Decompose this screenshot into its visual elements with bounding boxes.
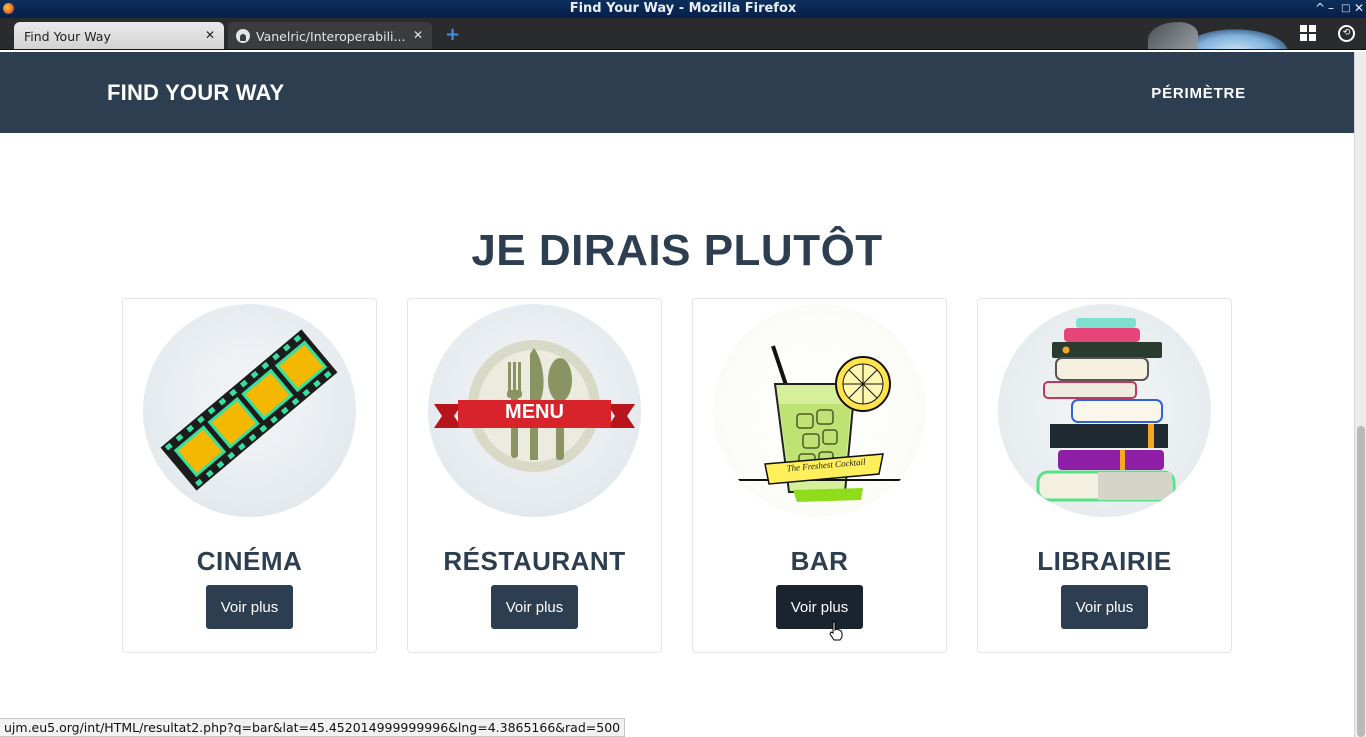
category-title-restaurant: RÉSTAURANT: [443, 546, 626, 576]
firefox-logo-icon: [1140, 18, 1300, 49]
tab-github-repo[interactable]: Vanelric/Interoperabili... ✕: [228, 22, 432, 49]
scrollbar-thumb[interactable]: [1357, 426, 1365, 737]
window-maximize-button[interactable]: □: [1341, 3, 1350, 14]
tab-label: Find Your Way: [24, 28, 111, 44]
history-icon[interactable]: ⟲: [1338, 25, 1355, 42]
category-title-librairie: LIBRAIRIE: [1037, 546, 1172, 576]
close-tab-icon[interactable]: ✕: [205, 28, 215, 42]
window-shade-button[interactable]: ^: [1315, 1, 1325, 15]
nav-link-perimetre[interactable]: PÉRIMÈTRE: [1151, 85, 1246, 102]
close-tab-icon[interactable]: ✕: [413, 28, 423, 42]
voir-plus-restaurant-button[interactable]: Voir plus: [491, 585, 578, 629]
window-minimize-button[interactable]: –: [1328, 1, 1334, 15]
menu-banner-text: MENU: [505, 401, 564, 423]
category-card-bar: The Freshest Cocktail BAR Voir plus: [692, 298, 947, 653]
site-navbar: FIND YOUR WAY PÉRIMÈTRE: [0, 52, 1354, 133]
page-scrollbar[interactable]: [1354, 52, 1366, 737]
tab-find-your-way[interactable]: Find Your Way ✕: [14, 22, 224, 49]
hand-cursor-icon: [829, 621, 843, 641]
book-stack-icon: [998, 304, 1211, 517]
window-close-button[interactable]: ✕: [1354, 1, 1364, 15]
category-card-librairie: LIBRAIRIE Voir plus: [977, 298, 1232, 653]
site-brand-link[interactable]: FIND YOUR WAY: [107, 80, 284, 106]
page-viewport: FIND YOUR WAY PÉRIMÈTRE JE DIRAIS PLUTÔT: [0, 52, 1354, 718]
cocktail-icon: The Freshest Cocktail: [713, 304, 926, 517]
tab-label: Vanelric/Interoperabili...: [256, 28, 406, 44]
category-card-restaurant: MENU RÉSTAURANT Voir plus: [407, 298, 662, 653]
category-card-cinema: CINÉMA Voir plus: [122, 298, 377, 653]
github-icon: [236, 29, 250, 43]
category-title-cinema: CINÉMA: [196, 546, 303, 576]
tab-strip: Find Your Way ✕ Vanelric/Interoperabili.…: [0, 18, 1366, 50]
category-title-bar: BAR: [790, 546, 849, 576]
window-title: Find Your Way - Mozilla Firefox: [569, 1, 797, 16]
page-heading: JE DIRAIS PLUTÔT: [471, 226, 883, 275]
status-bar-url: ujm.eu5.org/int/HTML/resultat2.php?q=bar…: [0, 718, 626, 737]
voir-plus-cinema-button[interactable]: Voir plus: [206, 585, 293, 629]
new-tab-button[interactable]: +: [445, 24, 460, 45]
voir-plus-bar-button[interactable]: Voir plus: [776, 585, 863, 629]
tab-groups-icon[interactable]: [1300, 25, 1316, 41]
restaurant-menu-icon: MENU: [428, 304, 641, 517]
film-strip-icon: [143, 304, 356, 517]
voir-plus-librairie-button[interactable]: Voir plus: [1061, 585, 1148, 629]
window-title-bar: Find Your Way - Mozilla Firefox ^ – □ ✕: [0, 0, 1366, 18]
